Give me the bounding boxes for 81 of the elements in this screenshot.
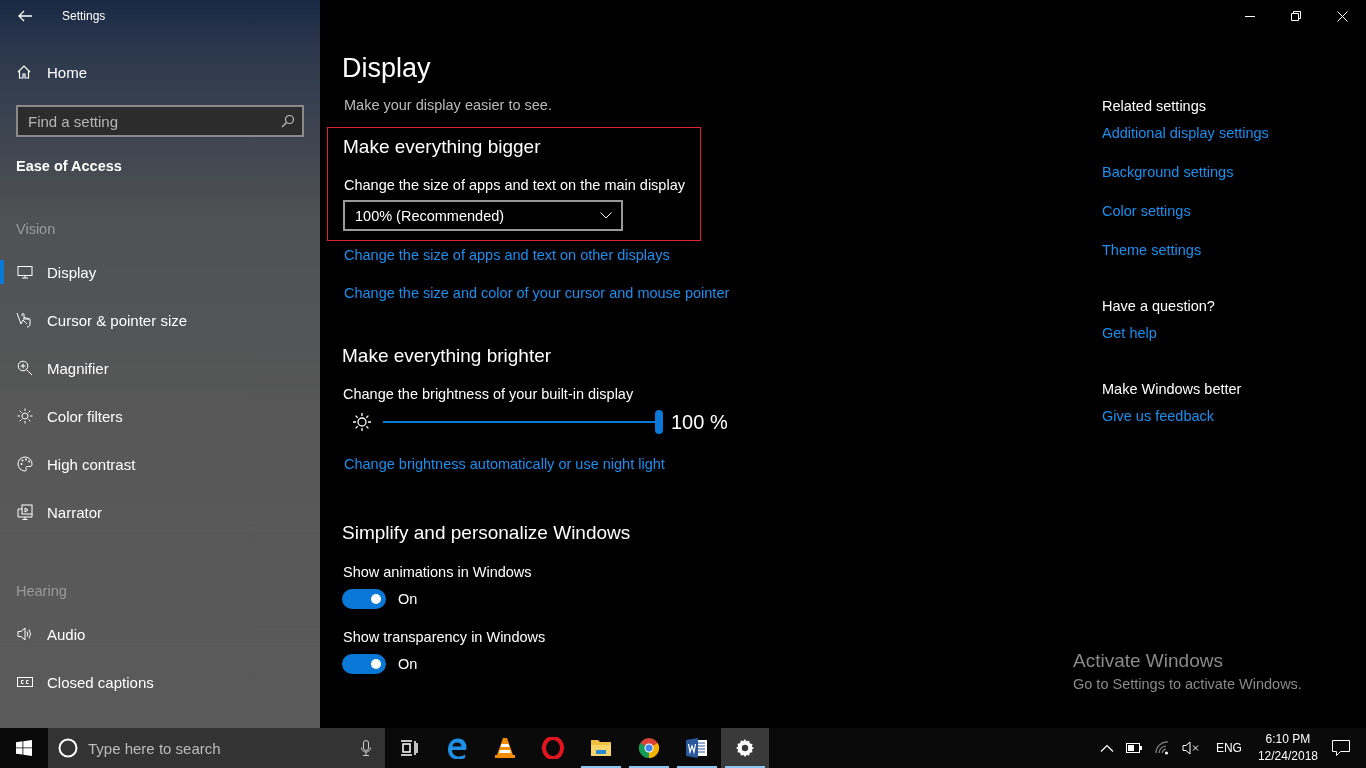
- battery-icon[interactable]: [1125, 743, 1142, 753]
- nav-item[interactable]: Cursor & pointer size: [0, 308, 196, 332]
- slider-thumb[interactable]: [655, 410, 663, 434]
- hand-pointer-icon: [16, 312, 34, 328]
- close-icon[interactable]: [1337, 10, 1348, 22]
- setting-label: Change the brightness of your built-in display: [343, 386, 635, 402]
- toggle-state: On: [398, 591, 418, 607]
- related-heading: Have a question?: [1102, 298, 1216, 314]
- setting-label: Show animations in Windows: [343, 564, 533, 580]
- scale-dropdown[interactable]: 100% (Recommended): [343, 200, 623, 231]
- settings-link[interactable]: Change the size and color of your cursor and mouse pointer: [344, 285, 730, 301]
- search-field[interactable]: Find a setting: [16, 105, 304, 137]
- search-icon: [281, 114, 295, 128]
- page-title: Display: [342, 55, 432, 82]
- group-heading: Hearing: [16, 583, 68, 599]
- w-document-icon: [686, 738, 708, 758]
- toggle-switch[interactable]: [342, 654, 386, 674]
- home-icon: [16, 64, 32, 80]
- related-heading: Related settings: [1102, 98, 1207, 114]
- nav-item[interactable]: Magnifier: [0, 356, 117, 380]
- settings-link[interactable]: Change the size of apps and text on other displays: [344, 247, 670, 263]
- group-heading: Vision: [16, 221, 57, 237]
- closed-captions-icon: [16, 676, 34, 688]
- clock-time[interactable]: 6:10 PM: [1265, 731, 1311, 748]
- chevron-down-icon: [600, 212, 612, 219]
- palette-icon: [16, 456, 34, 472]
- nav-item[interactable]: High contrast: [0, 452, 144, 476]
- home-link[interactable]: Home: [16, 62, 304, 82]
- o-logo-icon: [542, 737, 564, 759]
- chevron-up-icon[interactable]: [1099, 744, 1114, 752]
- circle-icon: [58, 738, 78, 758]
- sun-icon: [16, 408, 34, 424]
- related-link[interactable]: Get help: [1102, 325, 1269, 341]
- taskbar-app[interactable]: [721, 728, 769, 768]
- related-link[interactable]: Background settings: [1102, 164, 1269, 180]
- language-indicator[interactable]: ENG: [1215, 741, 1242, 755]
- nav-item[interactable]: Color filters: [0, 404, 131, 428]
- related-link[interactable]: Color settings: [1102, 203, 1269, 219]
- related-link[interactable]: Give us feedback: [1102, 408, 1269, 424]
- back-arrow-icon[interactable]: [18, 10, 32, 22]
- activation-text: Go to Settings to activate Windows.: [1073, 676, 1302, 692]
- category-title: Ease of Access: [16, 158, 123, 174]
- notifications-icon[interactable]: [1332, 740, 1350, 756]
- toggle-switch[interactable]: [342, 589, 386, 609]
- nav-item[interactable]: Audio: [0, 622, 94, 646]
- related-link[interactable]: Additional display settings: [1102, 125, 1269, 141]
- setting-label: Show transparency in Windows: [343, 629, 547, 645]
- setting-label: Change the size of apps and text on the main display: [344, 177, 686, 193]
- brightness-value: 100 %: [671, 410, 728, 434]
- windows-logo-icon: [16, 740, 32, 756]
- magnifier-icon: [16, 360, 34, 376]
- speaker-icon: [16, 626, 34, 642]
- restore-icon[interactable]: [1291, 11, 1301, 21]
- task-view-icon: [400, 740, 418, 756]
- nav-item[interactable]: Closed captions: [0, 670, 162, 694]
- activation-title: Activate Windows: [1073, 650, 1224, 672]
- section-heading: Simplify and personalize Windows: [342, 522, 632, 544]
- nav-item[interactable]: Display: [0, 260, 105, 284]
- toggle-state: On: [398, 656, 418, 672]
- wifi-icon[interactable]: [1153, 741, 1170, 755]
- folder-icon: [590, 738, 612, 758]
- section-heading: Make everything bigger: [343, 136, 542, 158]
- minimize-icon[interactable]: [1245, 15, 1255, 17]
- microphone-icon: [361, 740, 371, 756]
- e-logo-icon: [446, 737, 468, 759]
- section-heading: Make everything brighter: [342, 345, 553, 367]
- narrator-icon: [16, 504, 34, 520]
- nav-item[interactable]: Narrator: [0, 500, 110, 524]
- sun-icon: [352, 412, 372, 432]
- window-title: Settings: [62, 9, 106, 23]
- clock-date[interactable]: 12/24/2018: [1257, 748, 1318, 765]
- settings-icon: [735, 738, 755, 758]
- related-link[interactable]: Theme settings: [1102, 242, 1269, 258]
- taskbar-search-field[interactable]: Type here to search: [48, 728, 385, 768]
- muted-speaker-icon[interactable]: [1181, 741, 1200, 755]
- chrome-logo-icon: [638, 737, 660, 759]
- related-heading: Make Windows better: [1102, 381, 1243, 397]
- monitor-icon: [16, 264, 34, 280]
- settings-link[interactable]: Change brightness automatically or use night light: [344, 456, 665, 472]
- traffic-cone-icon: [495, 737, 515, 759]
- page-subtitle: Make your display easier to see.: [344, 97, 553, 113]
